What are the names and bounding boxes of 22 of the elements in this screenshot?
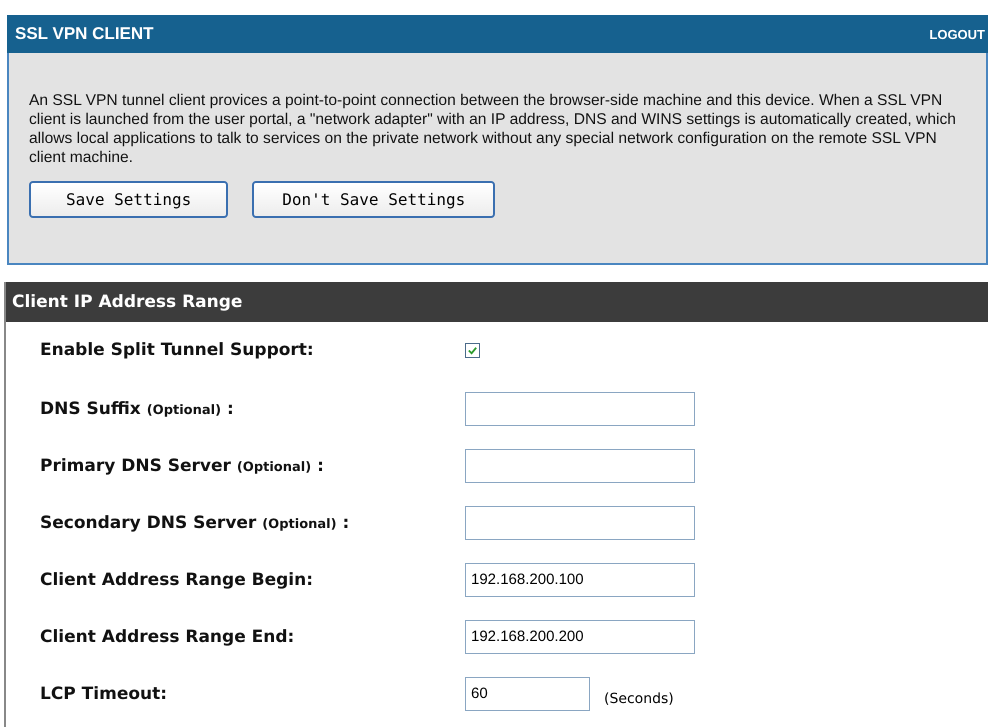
field-label: Client Address Range Begin: xyxy=(40,570,314,590)
field-label: Secondary DNS Server (Optional) : xyxy=(40,512,350,532)
field-label: LCP Timeout: xyxy=(40,684,168,704)
field-label: Primary DNS Server (Optional) : xyxy=(40,456,325,476)
settings-button[interactable]: Don't Save Settings xyxy=(252,181,496,218)
page-title: SSL VPN CLIENT xyxy=(15,24,154,44)
field-label: Client Address Range End: xyxy=(40,626,296,646)
field-label: Enable Split Tunnel Support: xyxy=(40,340,315,360)
input-field[interactable] xyxy=(465,448,695,482)
check-icon xyxy=(467,344,478,356)
logout-link[interactable]: LOGOUT xyxy=(929,26,985,42)
unit-label: (Seconds) xyxy=(604,690,674,706)
intro-text: An SSL VPN tunnel client provices a point-to-point connection between the browser-side machine and this device. When a SSL VPN client is launched from the user portal, a "network adapter" with an IP address, DNS and WINS settings is automatically created, which allows local applications to talk to services on the private network without any special network configuration on the remote SSL VPN client machine. xyxy=(29,91,957,167)
input-field[interactable] xyxy=(465,506,695,540)
input-field[interactable]: 60 xyxy=(465,676,590,710)
settings-button[interactable]: Save Settings xyxy=(29,181,228,218)
checkbox[interactable] xyxy=(465,342,480,358)
input-field[interactable]: 192.168.200.200 xyxy=(465,620,695,654)
section-title: Client IP Address Range xyxy=(12,292,242,312)
input-field[interactable] xyxy=(465,392,695,426)
field-label: DNS Suffix (Optional) : xyxy=(40,398,235,418)
input-field[interactable]: 192.168.200.100 xyxy=(465,562,695,596)
